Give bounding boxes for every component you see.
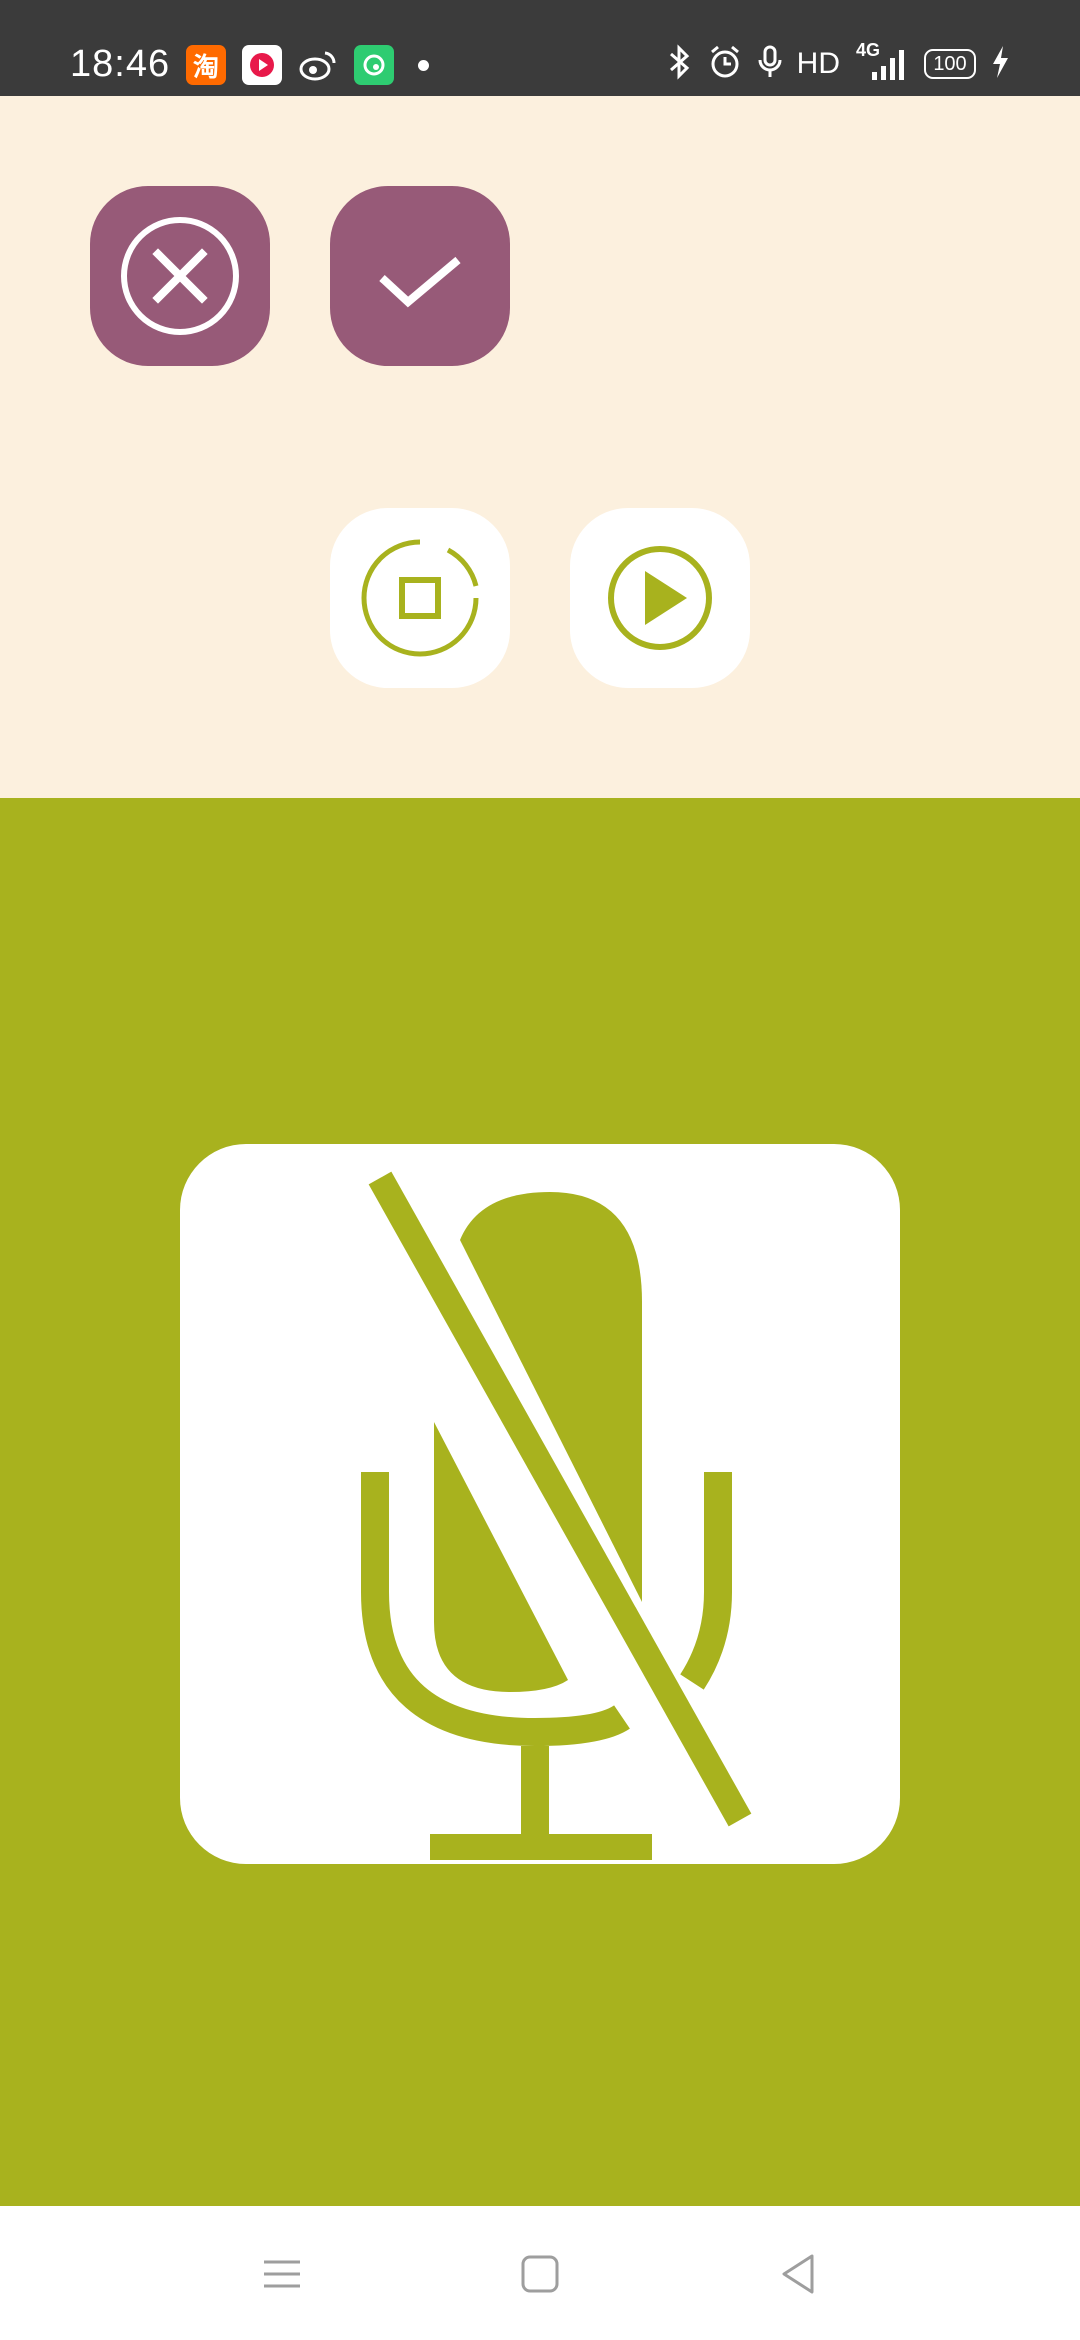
battery-icon: 100 <box>924 49 976 79</box>
back-icon <box>782 2254 814 2294</box>
network-label: HD <box>796 47 840 80</box>
taobao-icon: 淘 <box>186 45 226 85</box>
battery-level: 100 <box>933 52 967 75</box>
navigation-bar <box>0 2206 1080 2340</box>
menu-icon <box>264 2260 300 2288</box>
mic-muted-icon <box>361 1171 752 1860</box>
notification-icons: 淘 <box>186 45 429 85</box>
home-button[interactable] <box>516 2250 564 2298</box>
status-time: 18:46 <box>70 43 171 85</box>
confirm-button[interactable] <box>330 186 510 366</box>
bluetooth-icon <box>667 43 693 85</box>
play-button[interactable] <box>570 508 750 688</box>
home-icon <box>521 2255 559 2293</box>
checkmark-icon <box>379 256 461 308</box>
control-panel <box>0 96 1080 798</box>
notification-dot-icon <box>418 59 429 71</box>
green-app-icon <box>354 45 394 85</box>
charging-icon <box>990 44 1010 85</box>
alarm-icon <box>707 44 743 85</box>
cancel-button[interactable] <box>90 186 270 366</box>
weibo-icon <box>298 45 338 85</box>
video-app-icon <box>242 45 282 85</box>
back-button[interactable] <box>774 2250 822 2298</box>
system-status-icons: HD 4G 100 <box>667 40 1010 85</box>
signal-icon: 4G <box>854 40 910 82</box>
play-circle-icon <box>608 546 712 650</box>
mic-icon <box>757 44 783 85</box>
status-bar: 18:46 淘 HD 4G 100 <box>0 0 1080 96</box>
mic-panel <box>0 798 1080 2206</box>
close-circle-icon <box>121 217 239 335</box>
stop-record-icon <box>361 539 479 657</box>
mic-toggle-button[interactable] <box>180 1144 900 1864</box>
stop-button[interactable] <box>330 508 510 688</box>
menu-button[interactable] <box>258 2250 306 2298</box>
